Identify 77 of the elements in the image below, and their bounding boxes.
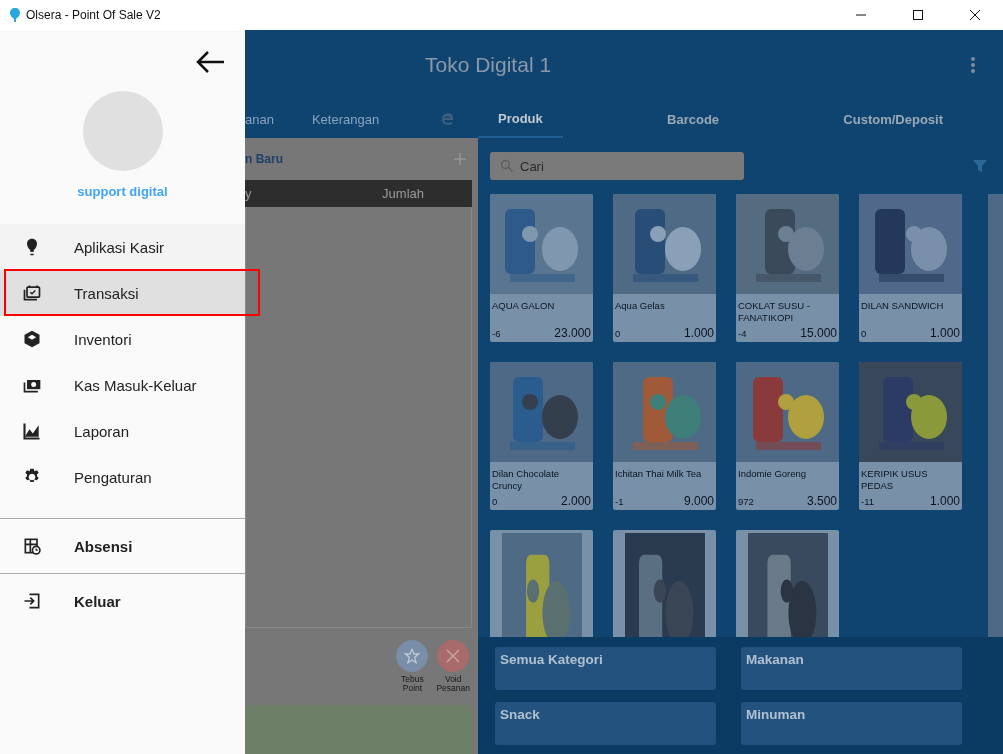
product-stock: -1 [615,496,624,507]
product-stock: -4 [738,328,747,339]
menu-item[interactable]: Inventori [0,316,245,362]
logout-icon [22,591,42,611]
order-title: n Baru [245,152,283,166]
product-price: 1.000 [929,326,960,340]
order-tab[interactable]: anan [245,111,274,127]
product-card[interactable]: COKLAT SUSU - FANATIKOPI -4 15.000 [736,194,839,342]
product-tab[interactable]: Barcode [562,100,824,138]
more-menu-icon[interactable] [971,57,975,73]
product-stock: 0 [615,328,621,339]
product-name: Ichitan Thai Milk Tea [614,467,703,481]
user-name: support digital [77,184,168,199]
add-icon[interactable] [454,153,466,165]
balloon-icon [10,8,20,22]
product-name: Dilan Chocolate Cruncy [491,467,561,493]
menu-item[interactable]: Keluar [0,574,245,628]
menu-item[interactable]: Transaksi [0,270,245,316]
category-button[interactable]: Semua Kategori [495,647,716,690]
product-card[interactable] [613,530,716,637]
product-card[interactable]: Dilan Chocolate Cruncy 0 2.000 [490,362,593,510]
column-header: y [245,186,252,201]
product-card[interactable]: Indomie Goreng 972 3.500 [736,362,839,510]
product-card[interactable]: Ichitan Thai Milk Tea -1 9.000 [613,362,716,510]
product-name: Indomie Goreng [737,467,808,481]
void-order-button[interactable]: Void Pesanan [436,640,470,705]
filter-icon[interactable] [973,159,987,173]
schedule-icon [22,536,42,556]
product-stock: 0 [492,496,498,507]
product-card[interactable]: Aqua Gelas 0 1.000 [613,194,716,342]
product-stock: 972 [738,496,754,507]
close-icon [969,10,980,20]
product-card[interactable]: AQUA GALON -6 23.000 [490,194,593,342]
product-price: 3.500 [806,494,837,508]
browser-icon[interactable] [441,112,456,126]
product-card[interactable] [736,530,839,637]
menu-item[interactable]: Absensi [0,519,245,573]
product-name: AQUA GALON [491,299,556,313]
product-name: COKLAT SUSU - FANATIKOPI [737,299,811,325]
product-stock: -11 [861,496,875,507]
maximize-icon [912,10,923,20]
product-tab[interactable]: Custom/Deposit [823,100,1003,138]
product-tab[interactable]: Produk [478,100,563,138]
menu-icon [22,329,42,349]
product-price: 15.000 [800,326,837,340]
product-name: Aqua Gelas [614,299,666,313]
product-card[interactable] [490,530,593,637]
product-price: 1.000 [683,326,714,340]
category-button[interactable]: Minuman [741,702,962,745]
menu-icon [22,283,42,303]
product-stock: 0 [861,328,867,339]
category-button[interactable]: Snack [495,702,716,745]
product-name: DILAN SANDWICH [860,299,945,313]
search-field[interactable]: Cari [490,152,744,180]
product-price: 9.000 [683,494,714,508]
back-button[interactable] [195,50,225,74]
search-icon [500,159,514,173]
category-button[interactable]: Makanan [741,647,962,690]
product-price: 23.000 [554,326,591,340]
window-title: Olsera - Point Of Sale V2 [26,8,161,22]
order-tab[interactable]: Keterangan [311,111,380,127]
column-header: Jumlah [382,186,424,201]
menu-item[interactable]: Aplikasi Kasir [0,224,245,270]
product-price: 1.000 [929,494,960,508]
product-name: KERIPIK USUS PEDAS [860,467,929,493]
product-card[interactable]: KERIPIK USUS PEDAS -11 1.000 [859,362,962,510]
store-title: Toko Digital 1 [425,53,552,77]
menu-item[interactable]: Kas Masuk-Keluar [0,362,245,408]
product-stock: -6 [492,328,501,339]
redeem-points-button[interactable]: Tebus Point [396,640,429,705]
product-card[interactable]: DILAN SANDWICH 0 1.000 [859,194,962,342]
menu-icon [22,421,42,441]
close-icon [446,649,461,663]
star-icon [404,648,421,664]
menu-item[interactable]: Pengaturan [0,454,245,500]
menu-item[interactable]: Laporan [0,408,245,454]
product-price: 2.000 [560,494,591,508]
